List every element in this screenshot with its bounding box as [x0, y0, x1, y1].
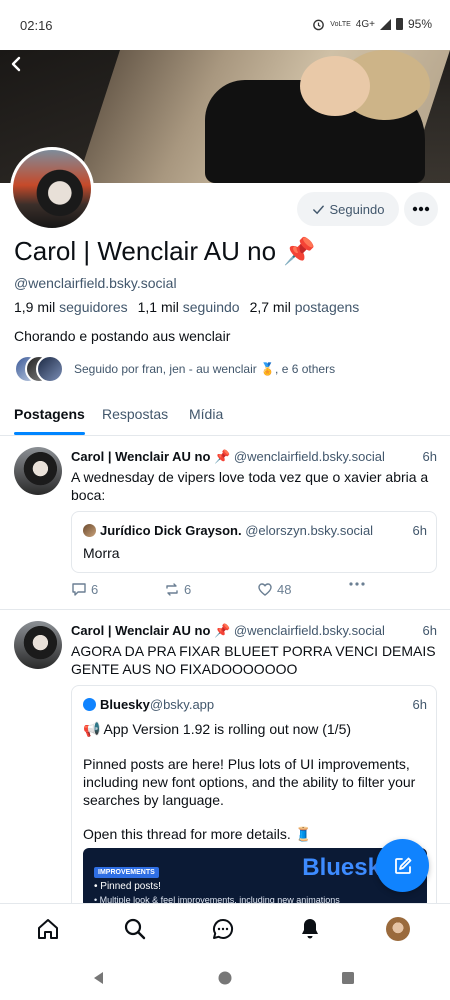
quote-media[interactable]: IMPROVEMENTS Bluesky 1. • Pinned posts! …: [83, 848, 427, 903]
profile-tabs: Postagens Respostas Mídia: [0, 402, 450, 436]
like-icon: [258, 583, 272, 596]
chat-icon[interactable]: [210, 916, 236, 942]
repost-button[interactable]: 6: [164, 582, 191, 597]
feed-post[interactable]: Carol | Wenclair AU no 📌 @wenclairfield.…: [0, 437, 450, 610]
status-bar: 02:16 VoLTE 4G+ 95%: [0, 0, 450, 50]
search-icon[interactable]: [122, 916, 148, 942]
compose-icon: [394, 857, 411, 874]
battery-icon: [395, 18, 403, 30]
post-actions: 6 6 48: [71, 582, 371, 602]
quote-header: Bluesky@bsky.app 6h: [83, 697, 427, 712]
quote-handle: @bsky.app: [149, 697, 215, 712]
profile-bio: Chorando e postando aus wenclair: [14, 328, 231, 344]
profile-display-name: Carol | Wenclair AU no 📌: [14, 236, 316, 266]
tab-active-indicator: [14, 432, 85, 435]
post-avatar[interactable]: [14, 621, 62, 669]
check-icon: [312, 205, 324, 214]
following-stat[interactable]: 1,1 mil seguindo: [138, 299, 240, 315]
post-header: Carol | Wenclair AU no 📌 @wenclairfield.…: [71, 449, 437, 465]
quote-text: Morra: [83, 545, 120, 561]
post-more-button[interactable]: [349, 582, 365, 586]
quote-handle: @elorszyn.bsky.social: [245, 523, 374, 538]
more-button[interactable]: [404, 192, 438, 226]
following-button[interactable]: Seguindo: [297, 192, 399, 226]
back-triangle-icon[interactable]: [92, 971, 106, 985]
profile-stats: 1,9 mil seguidores 1,1 mil seguindo 2,7 …: [14, 299, 359, 315]
media-pill: IMPROVEMENTS: [94, 867, 159, 878]
reply-button[interactable]: 6: [71, 582, 98, 597]
post-header: Carol | Wenclair AU no 📌 @wenclairfield.…: [71, 623, 437, 639]
media-item: • Pinned posts!: [94, 881, 161, 892]
posts-stat: 2,7 mil postagens: [249, 299, 360, 315]
media-item: • Multiple look & feel improvements, inc…: [94, 895, 340, 903]
profile-handle: @wenclairfield.bsky.social: [14, 275, 177, 291]
compose-button[interactable]: [376, 839, 429, 892]
post-author[interactable]: Carol | Wenclair AU no 📌: [71, 449, 230, 464]
post-author[interactable]: Carol | Wenclair AU no 📌: [71, 623, 230, 638]
quote-text-line3: Open this thread for more details. 🧵: [83, 826, 313, 842]
more-icon: [412, 206, 430, 212]
bell-icon[interactable]: [297, 916, 323, 942]
post-text: AGORA DA PRA FIXAR BLUEET PORRA VENCI DE…: [71, 643, 436, 677]
followed-by-text: Seguido por fran, jen - au wenclair 🏅, e…: [74, 362, 336, 376]
home-circle-icon[interactable]: [218, 971, 232, 985]
post-time: 6h: [422, 449, 437, 464]
network-type: 4G+: [355, 18, 375, 30]
follower-avatars: [14, 355, 64, 383]
post-handle: @wenclairfield.bsky.social: [233, 449, 385, 464]
more-icon: [349, 582, 365, 586]
quote-author: Bluesky: [100, 697, 150, 712]
recents-square-icon[interactable]: [342, 972, 354, 984]
tab-midia[interactable]: Mídia: [189, 406, 223, 422]
tab-respostas[interactable]: Respostas: [102, 406, 168, 422]
followers-stat[interactable]: 1,9 mil seguidores: [14, 299, 128, 315]
alarm-icon: [313, 19, 325, 30]
bottom-nav: [0, 903, 450, 953]
home-icon[interactable]: [35, 916, 61, 942]
network-tiny: VoLTE: [330, 20, 351, 28]
post-avatar[interactable]: [14, 447, 62, 495]
status-time: 02:16: [20, 18, 53, 33]
post-handle: @wenclairfield.bsky.social: [233, 623, 385, 638]
like-button[interactable]: 48: [257, 582, 291, 597]
tab-postagens[interactable]: Postagens: [14, 406, 85, 422]
quote-text-line1: 📢 App Version 1.92 is rolling out now (1…: [83, 721, 352, 737]
followed-by[interactable]: Seguido por fran, jen - au wenclair 🏅, e…: [14, 355, 335, 383]
profile-avatar[interactable]: [385, 916, 411, 942]
quoted-post[interactable]: Jurídico Dick Grayson. @elorszyn.bsky.so…: [71, 511, 437, 573]
repost-icon: [166, 583, 178, 596]
quote-time: 6h: [412, 523, 427, 538]
quote-avatar: [83, 524, 96, 537]
quote-author: Jurídico Dick Grayson.: [100, 523, 242, 538]
signal-icon: [379, 18, 391, 30]
post-text: A wednesday de vipers love toda vez que …: [71, 469, 429, 503]
quote-header: Jurídico Dick Grayson. @elorszyn.bsky.so…: [83, 523, 427, 538]
status-icons: VoLTE 4G+ 95%: [312, 17, 432, 31]
bluesky-logo-icon: [83, 698, 96, 711]
back-icon[interactable]: [6, 54, 28, 76]
system-nav-bar: [0, 953, 450, 1000]
post-time: 6h: [422, 623, 437, 638]
battery-level: 95%: [407, 17, 432, 31]
profile-avatar[interactable]: [10, 147, 94, 231]
quote-time: 6h: [412, 697, 427, 712]
quote-text-line2: Pinned posts are here! Plus lots of UI i…: [83, 756, 416, 808]
following-button-label: Seguindo: [329, 201, 385, 217]
reply-icon: [72, 583, 86, 596]
